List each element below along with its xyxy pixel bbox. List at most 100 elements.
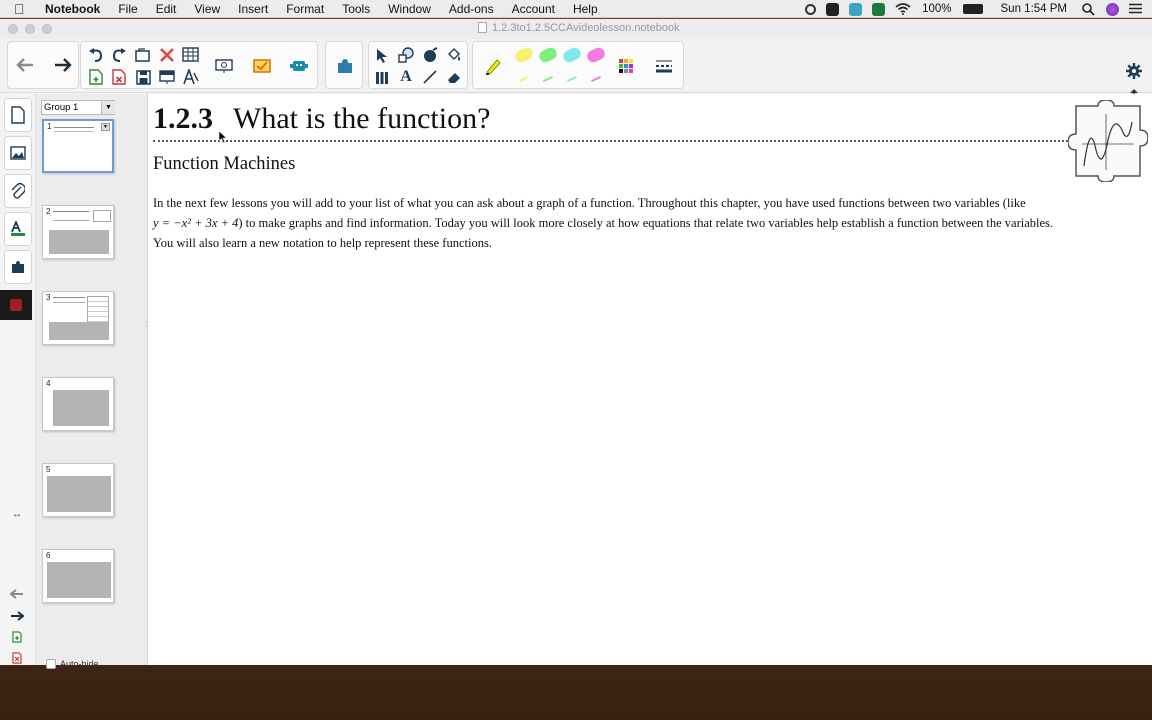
highlighter-yellow-thin-icon[interactable]: [519, 75, 529, 83]
spotlight-icon[interactable]: [1082, 2, 1095, 16]
document-camera-icon[interactable]: [213, 55, 235, 77]
app-tray-icon[interactable]: [849, 2, 863, 16]
puzzle-icon[interactable]: [334, 55, 356, 77]
line-style-icon[interactable]: [653, 55, 675, 77]
intro-text-3: You will also learn a new notation to he…: [153, 236, 492, 250]
sidebar-previous-icon[interactable]: [9, 586, 25, 602]
thumbnail-menu-icon[interactable]: ▼: [101, 123, 110, 131]
menu-bar:  Notebook File Edit View Insert Format …: [0, 0, 1152, 18]
menu-account[interactable]: Account: [503, 0, 564, 18]
page-thumbnail-2[interactable]: 2: [42, 205, 114, 259]
undo-icon[interactable]: [85, 44, 107, 66]
page-thumbnail-3[interactable]: 3: [42, 291, 114, 345]
evernote-icon[interactable]: [872, 2, 886, 16]
page-sorter-tab[interactable]: [4, 98, 32, 132]
delete-page-icon[interactable]: [108, 66, 130, 88]
highlighter-cyan-thick-icon[interactable]: [561, 45, 583, 65]
sidebar-delete-page-icon[interactable]: [9, 650, 25, 666]
notebook-window: 1.2.3to1.2.5CCAvideolesson.notebook A ↔ …: [0, 19, 1152, 669]
pens-tool-icon[interactable]: [371, 66, 393, 88]
menu-help[interactable]: Help: [564, 0, 607, 18]
highlighter-pink-thick-icon[interactable]: [585, 45, 607, 65]
auto-hide-checkbox[interactable]: Auto-hide: [46, 659, 99, 669]
siri-icon[interactable]: [1106, 2, 1119, 16]
page-thumbnail-1[interactable]: 1 ▼: [42, 119, 114, 173]
open-file-icon[interactable]: [132, 44, 154, 66]
lesson-activity-icon[interactable]: [251, 55, 273, 77]
highlighter-yellow-thick-icon[interactable]: [513, 45, 535, 65]
thumbnail-gray-block: [47, 476, 111, 512]
sorter-resize-handle[interactable]: ⋮: [142, 321, 150, 330]
settings-gear-icon[interactable]: [1123, 60, 1145, 82]
close-window-button[interactable]: [8, 24, 18, 34]
window-title-text: 1.2.3to1.2.5CCAvideolesson.notebook: [492, 22, 680, 34]
text-tool-icon[interactable]: A: [395, 66, 417, 88]
page-title[interactable]: 1.2.3 What is the function?: [153, 102, 490, 136]
save-icon[interactable]: [132, 66, 154, 88]
page-thumbnail-6[interactable]: 6: [42, 549, 114, 603]
page-number: 2: [46, 207, 51, 216]
highlighter-cyan-thin-icon[interactable]: [567, 75, 577, 83]
highlighter-pink-thin-icon[interactable]: [591, 75, 601, 83]
auto-hide-label: Auto-hide: [60, 659, 99, 669]
table-icon[interactable]: [180, 44, 202, 66]
page-thumbnail-4[interactable]: 4: [42, 377, 114, 431]
select-tool-icon[interactable]: [371, 44, 393, 66]
gallery-tab[interactable]: [4, 136, 32, 170]
sidebar-next-icon[interactable]: [9, 608, 25, 624]
menu-tools[interactable]: Tools: [333, 0, 379, 18]
graph-puzzle-icon[interactable]: [1068, 100, 1148, 182]
record-icon: [10, 299, 22, 311]
page-canvas[interactable]: 1.2.3 What is the function? Function Mach…: [148, 94, 1152, 665]
attachments-tab[interactable]: [4, 174, 32, 208]
toolbar-tools-group: A: [368, 41, 468, 89]
expand-sorter-icon[interactable]: ↔: [9, 506, 25, 522]
group-dropdown-icon[interactable]: ▼: [101, 101, 115, 114]
menu-file[interactable]: File: [109, 0, 146, 18]
page-thumbnail-5[interactable]: 5: [42, 463, 114, 517]
title-bar[interactable]: 1.2.3to1.2.5CCAvideolesson.notebook: [0, 19, 1152, 39]
highlighter-icon[interactable]: [482, 55, 504, 77]
intro-paragraph[interactable]: In the next few lessons you will add to …: [153, 193, 1148, 253]
sidebar-add-page-icon[interactable]: [9, 629, 25, 645]
highlighter-green-thin-icon[interactable]: [543, 75, 553, 83]
menu-edit[interactable]: Edit: [147, 0, 186, 18]
properties-tab[interactable]: [4, 212, 32, 246]
menu-view[interactable]: View: [185, 0, 229, 18]
shapes-tool-icon[interactable]: [395, 44, 417, 66]
sync-icon[interactable]: [805, 3, 817, 15]
screen-shade-icon[interactable]: [156, 66, 178, 88]
previous-page-icon[interactable]: [14, 54, 36, 76]
notification-center-icon[interactable]: [1129, 3, 1142, 16]
mouse-cursor: [219, 131, 227, 143]
redo-icon[interactable]: [108, 44, 130, 66]
text-recognition-icon[interactable]: [180, 66, 202, 88]
next-page-icon[interactable]: [52, 54, 74, 76]
page-number: 6: [46, 551, 51, 560]
battery-icon[interactable]: [962, 4, 983, 14]
record-indicator[interactable]: [0, 290, 32, 320]
page-subtitle[interactable]: Function Machines: [153, 154, 295, 175]
minimize-window-button[interactable]: [25, 24, 35, 34]
menu-window[interactable]: Window: [379, 0, 440, 18]
add-ons-icon[interactable]: [288, 55, 310, 77]
delete-icon[interactable]: [156, 44, 178, 66]
add-page-icon[interactable]: [85, 66, 107, 88]
menu-format[interactable]: Format: [277, 0, 333, 18]
line-tool-icon[interactable]: [419, 66, 441, 88]
magic-pen-icon[interactable]: [419, 44, 441, 66]
display-icon[interactable]: [826, 2, 840, 16]
highlighter-green-thick-icon[interactable]: [537, 45, 559, 65]
wifi-icon[interactable]: [895, 2, 911, 16]
menu-insert[interactable]: Insert: [229, 0, 277, 18]
fill-tool-icon[interactable]: [443, 44, 465, 66]
color-palette-icon[interactable]: [615, 55, 637, 77]
menu-app-notebook[interactable]: Notebook: [36, 0, 109, 18]
eraser-tool-icon[interactable]: [443, 66, 465, 88]
menu-addons[interactable]: Add-ons: [440, 0, 503, 18]
auto-hide-checkbox-box[interactable]: [46, 659, 56, 669]
zoom-window-button[interactable]: [42, 24, 52, 34]
apple-icon[interactable]: : [14, 0, 36, 18]
add-ons-tab[interactable]: [4, 250, 32, 284]
menubar-clock[interactable]: Sun 1:54 PM: [1001, 3, 1067, 15]
